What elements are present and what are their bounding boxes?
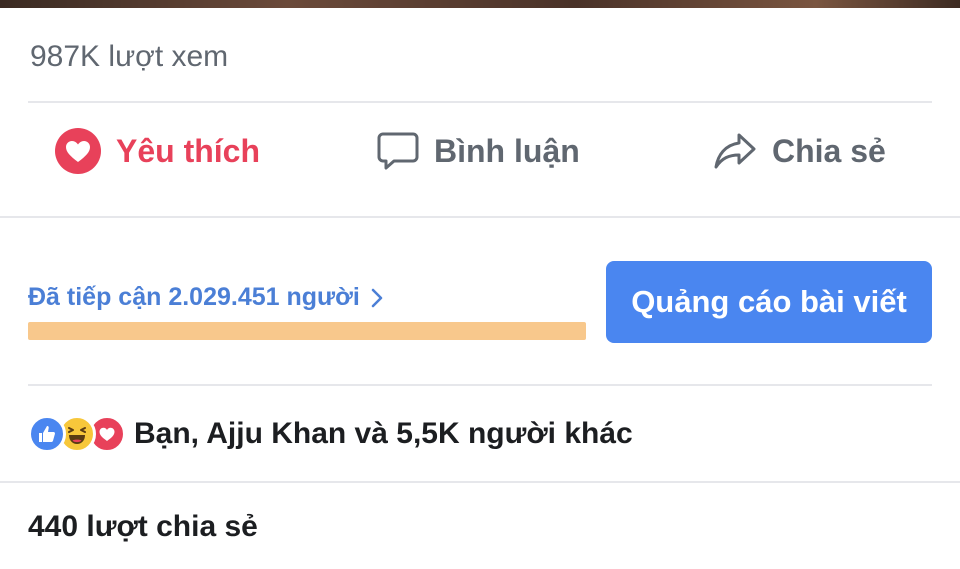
share-button[interactable]: Chia sẻ (712, 128, 886, 174)
reactions-summary[interactable]: Bạn, Ajju Khan và 5,5K người khác (28, 414, 633, 454)
heart-icon (54, 127, 102, 175)
view-count: 987K lượt xem (30, 40, 229, 73)
share-count[interactable]: 440 lượt chia sẻ (28, 510, 258, 544)
love-label: Yêu thích (116, 132, 261, 169)
reach-link[interactable]: Đã tiếp cận 2.029.451 người (28, 283, 384, 312)
chevron-right-icon (370, 287, 384, 309)
comment-button[interactable]: Bình luận (376, 128, 580, 174)
divider (0, 216, 960, 218)
share-arrow-icon (712, 129, 758, 173)
divider (28, 384, 932, 386)
video-bottom-edge (0, 0, 960, 8)
boost-post-button[interactable]: Quảng cáo bài viết (606, 261, 932, 343)
comment-icon (376, 129, 420, 173)
share-label: Chia sẻ (772, 132, 886, 169)
like-icon (28, 415, 66, 453)
reactions-text: Bạn, Ajju Khan và 5,5K người khác (134, 417, 633, 450)
divider (28, 101, 932, 103)
reach-progress-fill (28, 322, 586, 340)
divider (0, 481, 960, 483)
reaction-icons (28, 415, 126, 453)
love-button[interactable]: Yêu thích (54, 128, 260, 174)
reach-text: Đã tiếp cận 2.029.451 người (28, 283, 360, 311)
comment-label: Bình luận (434, 132, 580, 169)
reach-progress-bar (28, 322, 586, 340)
